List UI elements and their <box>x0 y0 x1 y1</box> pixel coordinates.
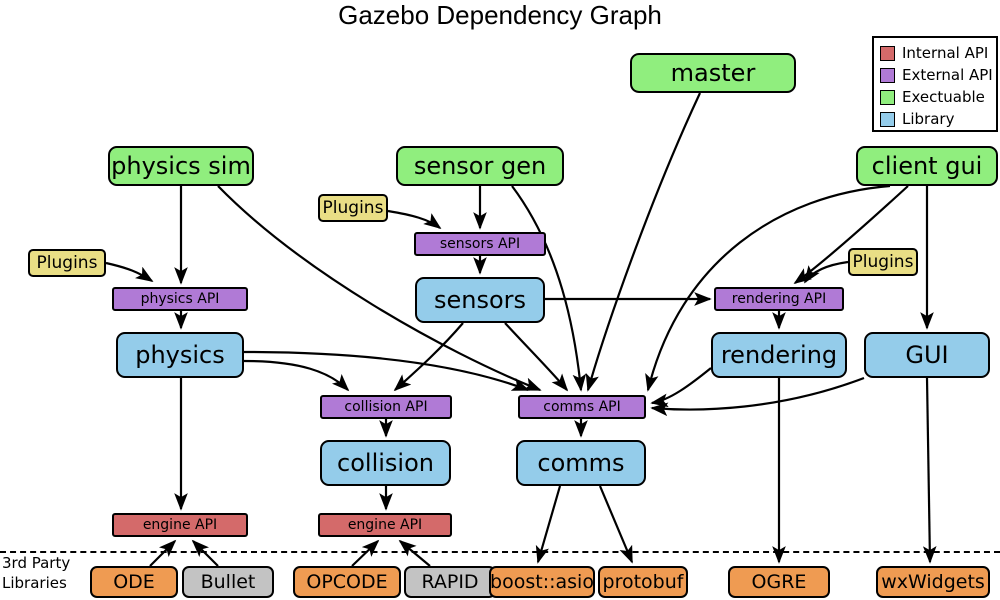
node-physics[interactable]: physics <box>116 332 244 378</box>
edge-gui-to-wxwidgets <box>922 377 937 564</box>
edge-master-to-comms-api <box>585 92 701 392</box>
node-label: collision <box>337 449 434 477</box>
legend-swatch-icon <box>880 111 895 127</box>
edge-sensors-to-comms-api <box>504 322 569 392</box>
edge-rapid-to-engine-api-2 <box>398 539 431 567</box>
edge-physics-to-comms-api <box>243 350 530 392</box>
node-label: Plugins <box>36 252 98 273</box>
node-label: client gui <box>871 152 983 180</box>
legend-row-0: Internal API <box>880 42 991 64</box>
node-collision[interactable]: collision <box>320 440 451 486</box>
edge-ode-to-engine-api-1 <box>149 539 177 567</box>
edge-gui-to-comms-api <box>650 376 865 417</box>
node-physics-api[interactable]: physics API <box>112 287 248 311</box>
node-label: GUI <box>905 341 949 369</box>
node-label: RAPID <box>421 570 479 593</box>
node-label: boost::asio <box>490 570 594 593</box>
node-comms[interactable]: comms <box>516 440 646 486</box>
node-label: engine API <box>347 517 423 533</box>
node-label: Plugins <box>322 197 384 218</box>
node-label: rendering <box>720 341 838 369</box>
legend-swatch-icon <box>880 67 895 83</box>
node-label: master <box>670 59 756 87</box>
node-bullet[interactable]: Bullet <box>182 566 274 598</box>
node-rendering-api[interactable]: rendering API <box>714 287 844 311</box>
third-party-label: 3rd Party Libraries <box>2 553 70 593</box>
legend-swatch-icon <box>880 89 895 105</box>
node-wxwidgets[interactable]: wxWidgets <box>876 566 990 598</box>
node-rapid[interactable]: RAPID <box>404 566 496 598</box>
node-collision-api[interactable]: collision API <box>320 395 452 419</box>
node-physics-sim[interactable]: physics sim <box>108 146 254 186</box>
node-sensors-api[interactable]: sensors API <box>414 232 546 256</box>
edge-plugins-physics-to-physics-api <box>105 261 154 282</box>
dependency-graph-canvas: Gazebo Dependency Graph physics sim senso… <box>0 0 1000 600</box>
legend-label: Library <box>902 110 955 128</box>
third-party-divider <box>0 551 1000 553</box>
legend-label: External API <box>902 66 993 84</box>
node-boost-asio[interactable]: boost::asio <box>489 566 595 598</box>
node-label: physics <box>135 341 225 369</box>
node-rendering[interactable]: rendering <box>711 332 847 378</box>
node-label: OPCODE <box>306 570 388 593</box>
legend-row-1: External API <box>880 64 993 86</box>
edge-bullet-to-engine-api-1 <box>191 539 219 567</box>
node-master[interactable]: master <box>630 53 796 93</box>
node-label: Plugins <box>852 251 914 272</box>
node-sensors[interactable]: sensors <box>415 277 545 323</box>
node-engine-api-2[interactable]: engine API <box>318 513 452 537</box>
node-label: sensor gen <box>413 152 547 180</box>
node-label: collision API <box>344 399 428 415</box>
node-label: protobuf <box>602 570 684 593</box>
node-label: engine API <box>142 517 218 533</box>
node-label: Bullet <box>200 570 256 593</box>
node-label: physics API <box>140 291 220 307</box>
node-ode[interactable]: ODE <box>90 566 178 598</box>
legend-row-2: Exectuable <box>880 86 991 108</box>
node-plugins-physics[interactable]: Plugins <box>28 249 106 277</box>
legend: Internal API External API Exectuable Librar… <box>872 36 998 132</box>
node-protobuf[interactable]: protobuf <box>598 566 688 598</box>
edge-physics-to-collision-api <box>243 359 350 392</box>
node-label: comms API <box>543 399 621 415</box>
legend-swatch-icon <box>880 45 895 61</box>
page-title: Gazebo Dependency Graph <box>338 0 662 30</box>
node-gui[interactable]: GUI <box>864 332 990 378</box>
node-label: wxWidgets <box>881 570 985 593</box>
legend-row-3: Library <box>880 108 991 130</box>
node-engine-api-1[interactable]: engine API <box>112 513 248 537</box>
node-label: comms <box>537 449 625 477</box>
edge-plugins-render-to-rendering-api <box>803 260 849 284</box>
node-ogre[interactable]: OGRE <box>728 566 830 598</box>
node-label: physics sim <box>111 152 251 180</box>
node-plugins-render[interactable]: Plugins <box>848 248 918 276</box>
node-sensor-gen[interactable]: sensor gen <box>396 146 564 186</box>
edge-sensors-to-collision-api <box>393 322 464 392</box>
legend-label: Exectuable <box>902 88 985 106</box>
node-label: sensors <box>433 286 527 314</box>
node-label: sensors API <box>439 236 521 252</box>
third-party-label-line2: Libraries <box>2 574 67 592</box>
node-comms-api[interactable]: comms API <box>518 395 646 419</box>
third-party-label-line1: 3rd Party <box>2 554 71 572</box>
node-client-gui[interactable]: client gui <box>856 146 998 186</box>
node-label: ODE <box>113 570 155 593</box>
node-label: rendering API <box>731 291 827 307</box>
edge-plugins-sensors-to-sensors-api <box>387 209 442 230</box>
edge-rendering-to-comms-api <box>650 367 712 408</box>
node-opcode[interactable]: OPCODE <box>293 566 401 598</box>
legend-label: Internal API <box>902 44 989 62</box>
node-label: OGRE <box>751 570 807 593</box>
node-plugins-sensors[interactable]: Plugins <box>318 194 388 222</box>
edge-opcode-to-engine-api-2 <box>351 539 380 567</box>
